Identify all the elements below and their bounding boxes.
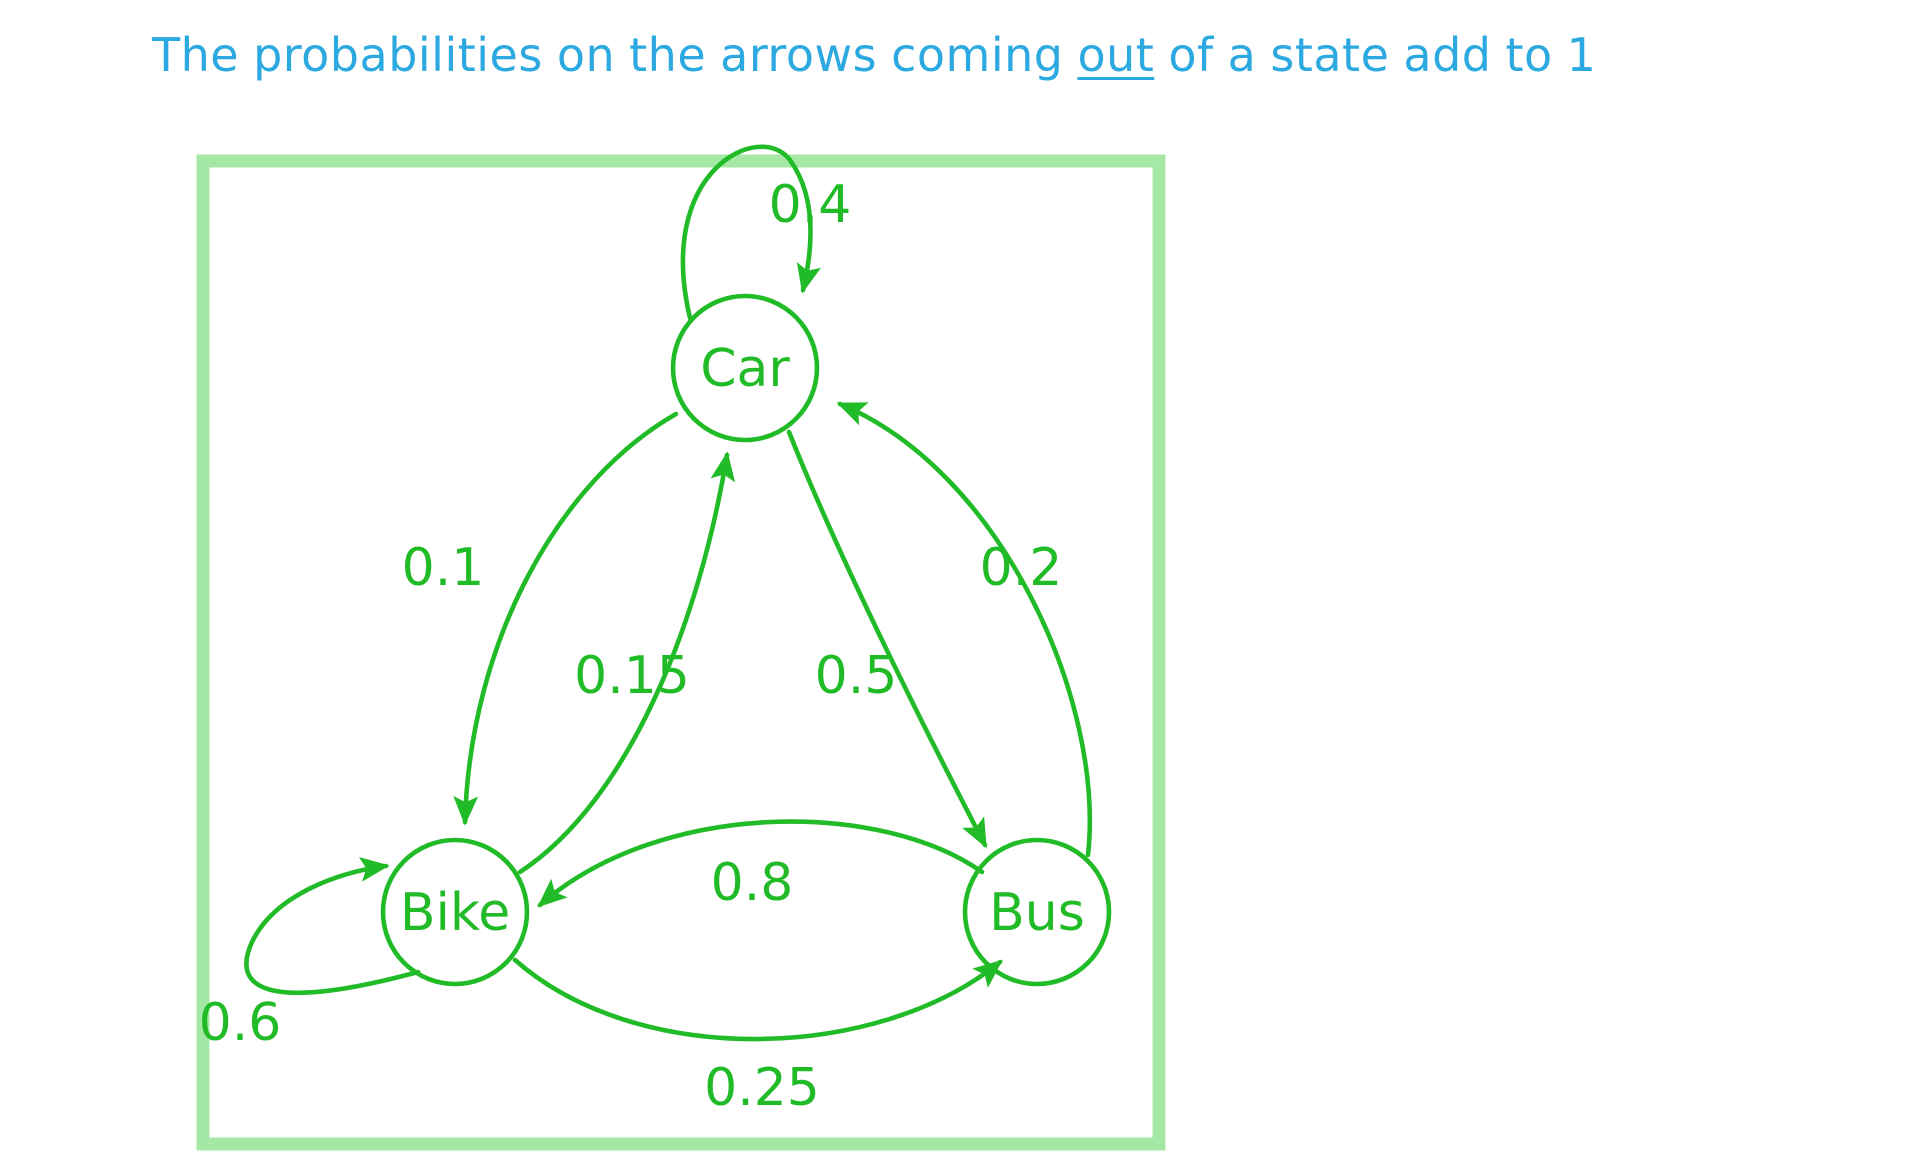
node-label-bike: Bike bbox=[400, 883, 510, 943]
state-diagram-svg: Car Bike Bus 0.4 0.1 0.15 0.5 0.2 0.8 0.… bbox=[196, 144, 1166, 1151]
edge-label-bike-bike: 0.6 bbox=[199, 993, 282, 1053]
edge-label-bike-car: 0.15 bbox=[574, 646, 690, 706]
edge-label-bus-car: 0.2 bbox=[980, 538, 1063, 598]
node-label-car: Car bbox=[700, 339, 790, 399]
node-label-bus: Bus bbox=[989, 883, 1085, 943]
edge-label-car-bus: 0.5 bbox=[815, 646, 898, 706]
whiteboard-canvas: The probabilities on the arrows coming out of a s… bbox=[0, 0, 1910, 1157]
edge-label-bike-bus: 0.25 bbox=[704, 1058, 820, 1118]
edge-label-car-bike: 0.1 bbox=[402, 538, 485, 598]
edge-label-bus-bike: 0.8 bbox=[711, 853, 794, 913]
edge-label-car-car: 0.4 bbox=[769, 175, 852, 235]
